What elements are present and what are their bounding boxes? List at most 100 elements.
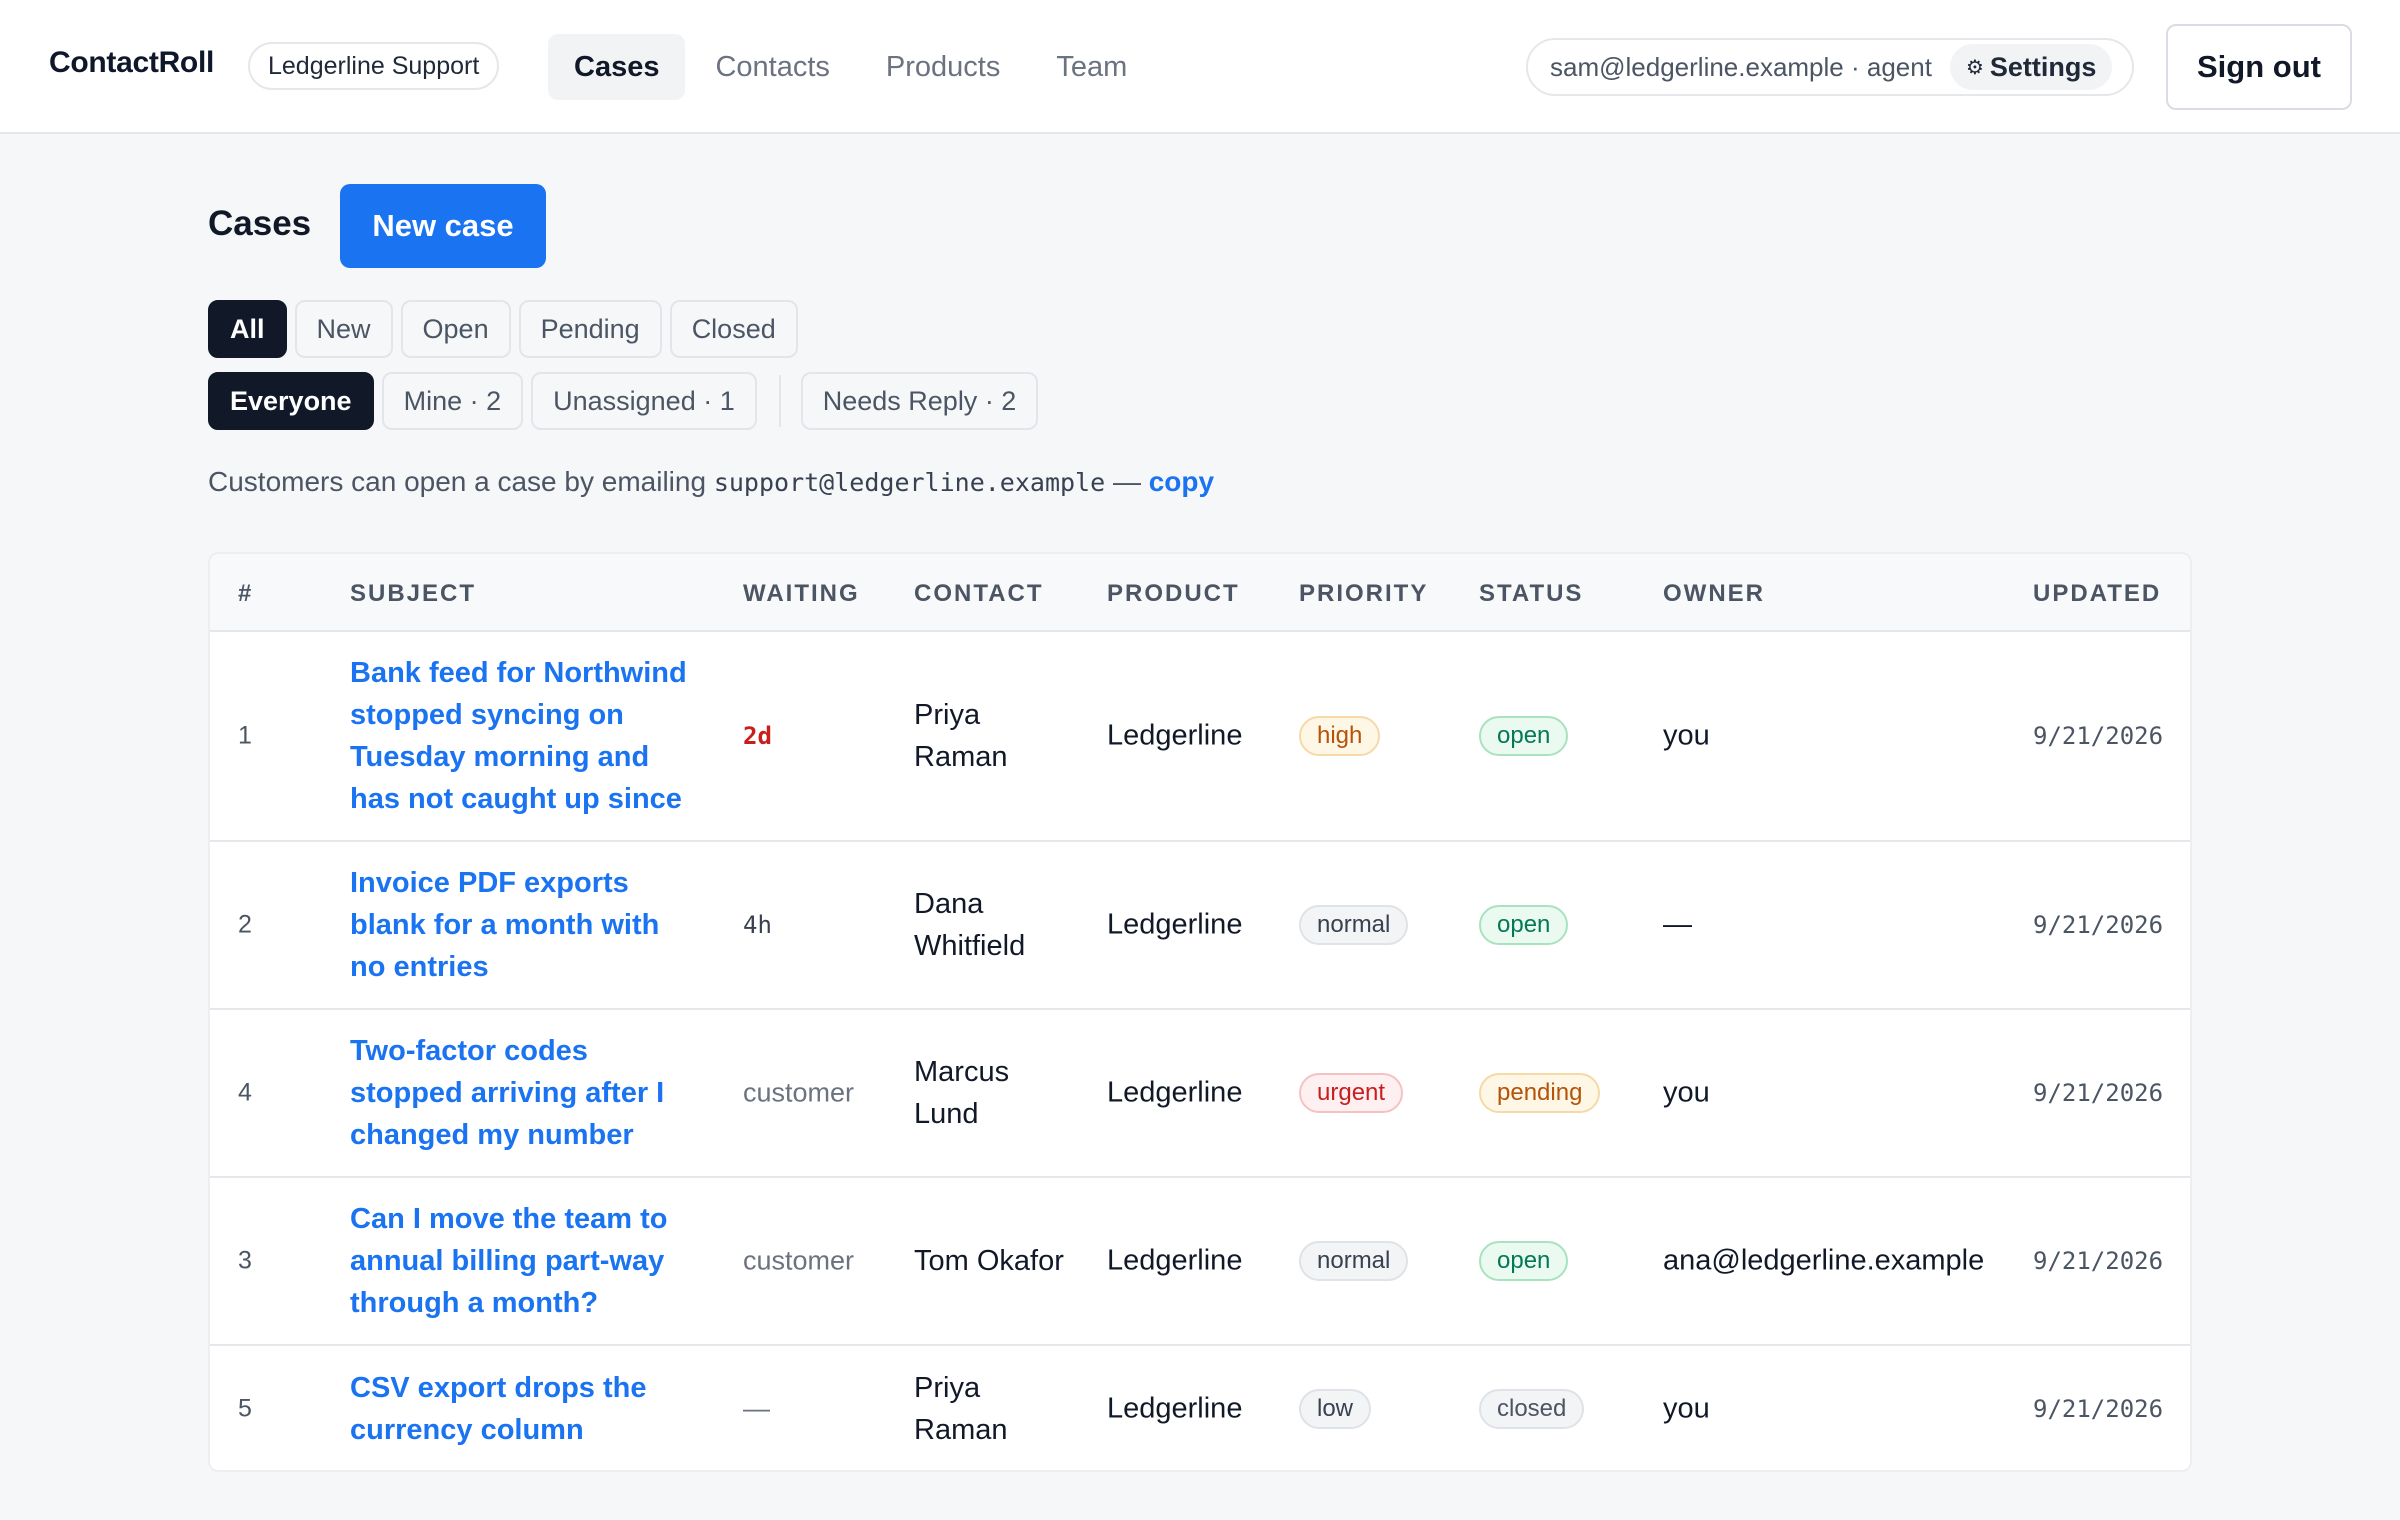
table-row[interactable]: 4 Two-factor codes stopped arriving after… bbox=[210, 1010, 2190, 1178]
nav-tab-cases[interactable]: Cases bbox=[548, 34, 686, 100]
main-nav: Cases Contacts Products Team bbox=[548, 34, 1157, 100]
updated-date: 9/21/2026 bbox=[2033, 722, 2164, 750]
status-cell: pending bbox=[1479, 1073, 1601, 1113]
top-bar: ContactRoll Ledgerline Support Cases Con… bbox=[0, 0, 2400, 134]
status-cell: closed bbox=[1479, 1389, 1585, 1429]
owner-name: you bbox=[1663, 719, 1710, 752]
waiting-time: customer bbox=[743, 1245, 855, 1276]
settings-button[interactable]: ⚙ Settings bbox=[1949, 44, 2113, 90]
priority-cell: high bbox=[1299, 716, 1381, 756]
priority-cell: urgent bbox=[1299, 1073, 1404, 1113]
sign-out-button[interactable]: Sign out bbox=[2166, 24, 2352, 110]
filter-all[interactable]: All bbox=[208, 300, 287, 358]
status-badge: pending bbox=[1479, 1073, 1601, 1113]
waiting-time: — bbox=[743, 1393, 770, 1424]
updated-date: 9/21/2026 bbox=[2033, 1079, 2164, 1107]
product-name: Ledgerline bbox=[1107, 1392, 1243, 1425]
priority-cell: normal bbox=[1299, 905, 1409, 945]
contact-name: Tom Okafor bbox=[914, 1245, 1064, 1277]
updated-date: 9/21/2026 bbox=[2033, 911, 2164, 939]
case-number: 2 bbox=[238, 910, 252, 939]
product-name: Ledgerline bbox=[1107, 1076, 1243, 1109]
copy-email-link[interactable]: copy bbox=[1149, 466, 1214, 497]
priority-cell: low bbox=[1299, 1389, 1372, 1429]
product-name: Ledgerline bbox=[1107, 908, 1243, 941]
status-badge: open bbox=[1479, 716, 1569, 756]
table-row[interactable]: 2 Invoice PDF exports blank for a month w… bbox=[210, 842, 2190, 1010]
scope-filter-bar: Everyone Mine · 2 Unassigned · 1 Needs R… bbox=[208, 372, 1046, 430]
filter-new[interactable]: New bbox=[294, 300, 393, 358]
status-cell: open bbox=[1479, 905, 1569, 945]
app-logo[interactable]: ContactRoll bbox=[49, 46, 214, 80]
nav-tab-products[interactable]: Products bbox=[860, 34, 1026, 100]
waiting-time: 2d bbox=[743, 722, 772, 750]
priority-badge: high bbox=[1299, 716, 1381, 756]
case-number: 4 bbox=[238, 1078, 252, 1107]
table-row[interactable]: 3 Can I move the team to annual billing p… bbox=[210, 1178, 2190, 1346]
status-cell: open bbox=[1479, 716, 1569, 756]
column-header-status[interactable]: STATUS bbox=[1479, 580, 1583, 608]
table-row[interactable]: 5 CSV export drops the currency column — Pr… bbox=[210, 1346, 2190, 1470]
case-number: 5 bbox=[238, 1394, 252, 1423]
column-header-num: # bbox=[238, 580, 254, 607]
settings-label: Settings bbox=[1989, 51, 2097, 82]
column-header-contact[interactable]: CONTACT bbox=[914, 580, 1044, 608]
priority-cell: normal bbox=[1299, 1241, 1409, 1281]
filter-needs-reply[interactable]: Needs Reply · 2 bbox=[800, 372, 1039, 430]
gear-icon: ⚙ bbox=[1965, 56, 1984, 79]
case-number: 3 bbox=[238, 1246, 252, 1275]
column-header-priority[interactable]: PRIORITY bbox=[1299, 580, 1428, 608]
case-subject-link[interactable]: Two-factor codes stopped arriving after … bbox=[350, 1030, 690, 1156]
filter-pending[interactable]: Pending bbox=[518, 300, 662, 358]
filter-everyone[interactable]: Everyone bbox=[208, 372, 374, 430]
table-header: # SUBJECT WAITING CONTACT PRODUCT PRIORI… bbox=[210, 554, 2190, 632]
owner-name: ana@ledgerline.example bbox=[1663, 1244, 1985, 1277]
nav-tab-contacts[interactable]: Contacts bbox=[689, 34, 855, 100]
status-cell: open bbox=[1479, 1241, 1569, 1281]
waiting-time: 4h bbox=[743, 911, 772, 939]
updated-date: 9/21/2026 bbox=[2033, 1395, 2164, 1423]
case-subject-link[interactable]: Invoice PDF exports blank for a month wi… bbox=[350, 862, 690, 988]
filter-divider bbox=[778, 375, 781, 427]
status-badge: open bbox=[1479, 1241, 1569, 1281]
updated-date: 9/21/2026 bbox=[2033, 1247, 2164, 1275]
owner-name: — bbox=[1663, 908, 1692, 941]
priority-badge: low bbox=[1299, 1389, 1372, 1429]
contact-name: Priya Raman bbox=[914, 699, 1008, 773]
hint-text: Customers can open a case by emailing bbox=[208, 466, 714, 497]
column-header-subject[interactable]: SUBJECT bbox=[350, 580, 476, 608]
nav-tab-team[interactable]: Team bbox=[1030, 34, 1153, 100]
status-badge: open bbox=[1479, 905, 1569, 945]
column-header-updated[interactable]: UPDATED bbox=[2033, 580, 2161, 608]
workspace-badge: Ledgerline Support bbox=[248, 42, 500, 90]
filter-unassigned[interactable]: Unassigned · 1 bbox=[531, 372, 757, 430]
case-subject-link[interactable]: Can I move the team to annual billing pa… bbox=[350, 1198, 690, 1324]
email-intake-hint: Customers can open a case by emailing su… bbox=[208, 466, 1214, 498]
account-identity: sam@ledgerline.example · agent bbox=[1550, 51, 1932, 82]
new-case-button[interactable]: New case bbox=[340, 184, 546, 268]
status-badge: closed bbox=[1479, 1389, 1585, 1429]
filter-mine[interactable]: Mine · 2 bbox=[381, 372, 524, 430]
support-email: support@ledgerline.example bbox=[713, 468, 1106, 497]
column-header-waiting[interactable]: WAITING bbox=[743, 580, 860, 608]
case-subject-link[interactable]: Bank feed for Northwind stopped syncing … bbox=[350, 652, 690, 820]
status-filter-bar: All New Open Pending Closed bbox=[208, 300, 806, 358]
account-pill: sam@ledgerline.example · agent ⚙ Setting… bbox=[1526, 38, 2134, 96]
contact-name: Marcus Lund bbox=[914, 1056, 1010, 1130]
product-name: Ledgerline bbox=[1107, 1244, 1243, 1277]
table-row[interactable]: 1 Bank feed for Northwind stopped syncing… bbox=[210, 632, 2190, 842]
hint-dash: — bbox=[1105, 466, 1149, 497]
owner-name: you bbox=[1663, 1392, 1710, 1425]
contact-name: Priya Raman bbox=[914, 1372, 1008, 1446]
priority-badge: urgent bbox=[1299, 1073, 1404, 1113]
contact-name: Dana Whitfield bbox=[914, 888, 1026, 962]
case-subject-link[interactable]: CSV export drops the currency column bbox=[350, 1367, 690, 1451]
owner-name: you bbox=[1663, 1076, 1710, 1109]
product-name: Ledgerline bbox=[1107, 719, 1243, 752]
column-header-product[interactable]: PRODUCT bbox=[1107, 580, 1240, 608]
priority-badge: normal bbox=[1299, 905, 1409, 945]
waiting-time: customer bbox=[743, 1077, 855, 1108]
filter-closed[interactable]: Closed bbox=[669, 300, 798, 358]
filter-open[interactable]: Open bbox=[400, 300, 511, 358]
column-header-owner[interactable]: OWNER bbox=[1663, 580, 1765, 608]
